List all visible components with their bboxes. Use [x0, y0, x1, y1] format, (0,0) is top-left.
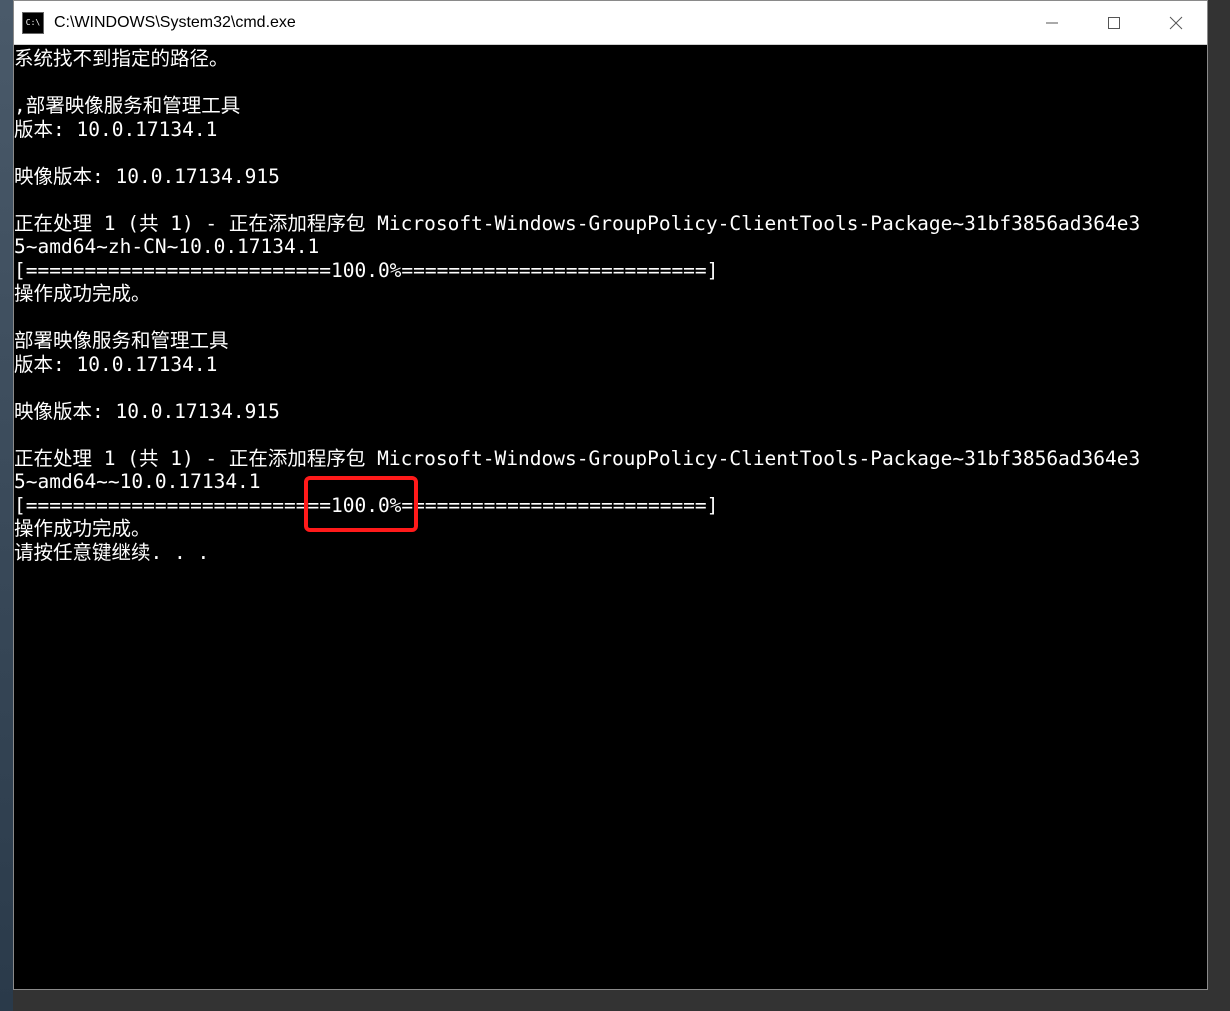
terminal-line: [==========================100.0%=======…	[14, 494, 1207, 518]
terminal-line: 5~amd64~~10.0.17134.1	[14, 470, 1207, 494]
terminal-line	[14, 423, 1207, 447]
terminal-line	[14, 376, 1207, 400]
cmd-window: C:\ C:\WINDOWS\System32\cmd.exe 系统找不到指定的…	[13, 0, 1208, 990]
minimize-button[interactable]	[1021, 1, 1083, 44]
terminal-line	[14, 141, 1207, 165]
terminal-line	[14, 306, 1207, 330]
cmd-icon-text: C:\	[26, 19, 40, 27]
terminal-line: 5~amd64~zh-CN~10.0.17134.1	[14, 235, 1207, 259]
maximize-button[interactable]	[1083, 1, 1145, 44]
terminal-line	[14, 188, 1207, 212]
terminal-line: 系统找不到指定的路径。	[14, 47, 1207, 71]
close-icon	[1169, 16, 1183, 30]
terminal-line: 正在处理 1 (共 1) - 正在添加程序包 Microsoft-Windows…	[14, 447, 1207, 471]
terminal-line: 版本: 10.0.17134.1	[14, 118, 1207, 142]
terminal-line: 正在处理 1 (共 1) - 正在添加程序包 Microsoft-Windows…	[14, 212, 1207, 236]
cmd-icon: C:\	[22, 12, 44, 34]
titlebar-controls	[1021, 1, 1207, 44]
desktop-background-sliver	[0, 0, 13, 1011]
window-title: C:\WINDOWS\System32\cmd.exe	[54, 14, 1021, 32]
terminal-line: [==========================100.0%=======…	[14, 259, 1207, 283]
terminal-line: ,部署映像服务和管理工具	[14, 94, 1207, 118]
close-button[interactable]	[1145, 1, 1207, 44]
terminal-output[interactable]: 系统找不到指定的路径。 ,部署映像服务和管理工具版本: 10.0.17134.1…	[14, 45, 1207, 989]
maximize-icon	[1107, 16, 1121, 30]
terminal-line: 部署映像服务和管理工具	[14, 329, 1207, 353]
terminal-line: 版本: 10.0.17134.1	[14, 353, 1207, 377]
terminal-line: 映像版本: 10.0.17134.915	[14, 165, 1207, 189]
terminal-line: 请按任意键继续. . .	[14, 541, 1207, 565]
titlebar[interactable]: C:\ C:\WINDOWS\System32\cmd.exe	[14, 1, 1207, 45]
terminal-line: 操作成功完成。	[14, 517, 1207, 541]
terminal-line: 映像版本: 10.0.17134.915	[14, 400, 1207, 424]
terminal-line: 操作成功完成。	[14, 282, 1207, 306]
terminal-line	[14, 71, 1207, 95]
minimize-icon	[1045, 16, 1059, 30]
